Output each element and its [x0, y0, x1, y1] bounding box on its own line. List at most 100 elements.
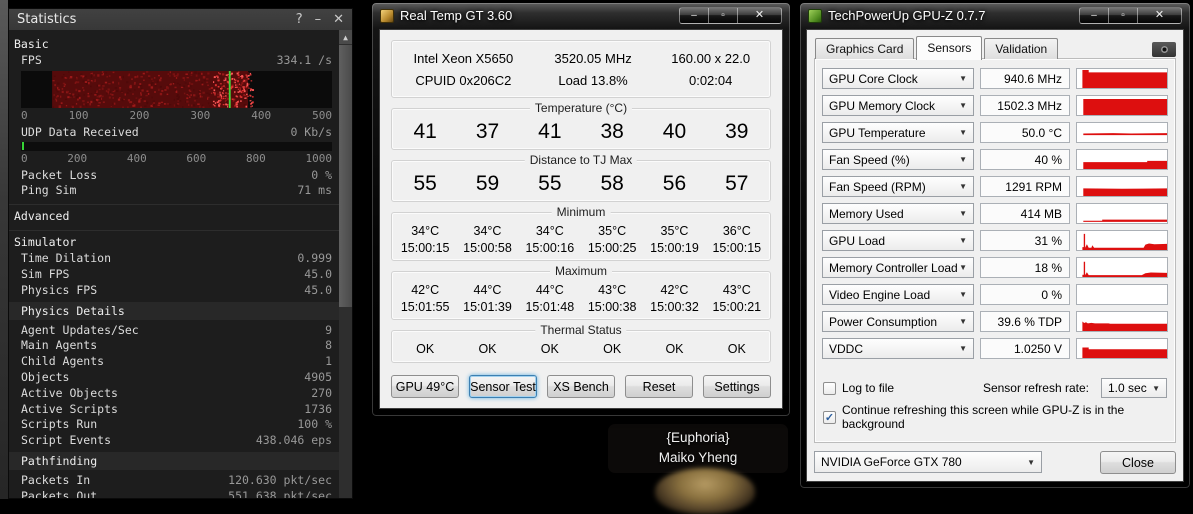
sensor-select-gpu-memory-clock[interactable]: GPU Memory Clock ▼: [822, 95, 974, 116]
udp-axis: 0 200 400 600 800 1000: [21, 152, 332, 165]
sensor-select-memory-used[interactable]: Memory Used ▼: [822, 203, 974, 224]
stat-row: Objects 4905: [9, 370, 339, 386]
gpu-select[interactable]: NVIDIA GeForce GTX 780 ▼: [814, 451, 1042, 473]
chevron-down-icon: ▼: [959, 155, 967, 164]
tab-graphics-card[interactable]: Graphics Card: [815, 38, 915, 59]
temperature-group: Temperature (°C) 41 37 41 38 40 39: [391, 101, 771, 150]
stat-label: Ping Sim: [21, 183, 77, 198]
axis-tick-label: 200: [129, 108, 150, 122]
avatar: [655, 468, 755, 514]
cell-value: 15:00:19: [650, 241, 699, 255]
minimize-icon[interactable]: –: [679, 7, 708, 24]
tab-sensors[interactable]: Sensors: [916, 36, 983, 60]
stat-value: 270: [311, 385, 332, 400]
avatar-group-title: {Euphoria}: [666, 430, 730, 445]
avatar-name: Maiko Yheng: [658, 449, 738, 465]
close-icon[interactable]: ✕: [333, 12, 344, 27]
help-icon[interactable]: ?: [296, 12, 303, 27]
sensor-graph: [1076, 284, 1168, 305]
sensor-select-gpu-temperature[interactable]: GPU Temperature ▼: [822, 122, 974, 143]
cell-value: 15:00:15: [712, 241, 762, 255]
axis-tick-label: 200: [67, 151, 88, 165]
stat-value: 9: [325, 322, 332, 337]
cpu-frequency: 3520.05 MHz: [554, 50, 632, 66]
section-pathfinding[interactable]: Pathfinding: [9, 451, 339, 470]
sensor-select-gpu-load[interactable]: GPU Load ▼: [822, 230, 974, 251]
sensor-select-gpu-core-clock[interactable]: GPU Core Clock ▼: [822, 68, 974, 89]
maximize-icon[interactable]: ▫: [1108, 7, 1137, 24]
axis-tick-label: 0: [21, 151, 28, 165]
fps-label: FPS: [21, 53, 42, 67]
stat-row: Sim FPS 45.0: [9, 267, 339, 283]
realtemp-button-sensor-test[interactable]: Sensor Test: [469, 375, 537, 398]
scrollbar[interactable]: ▲: [339, 30, 352, 498]
realtemp-button-xs-bench[interactable]: XS Bench: [547, 375, 615, 398]
tab-validation[interactable]: Validation: [984, 38, 1059, 59]
temperature-caption: Temperature (°C): [529, 101, 633, 115]
continue-refreshing-checkbox[interactable]: ✓: [823, 410, 836, 424]
log-to-file-checkbox[interactable]: [823, 381, 836, 395]
close-icon[interactable]: ✕: [737, 7, 782, 24]
cell-value: OK: [665, 342, 684, 356]
cell-value: 36°C: [722, 224, 751, 238]
sensor-select-vddc[interactable]: VDDC ▼: [822, 338, 974, 359]
sensor-value: 414 MB: [980, 203, 1070, 224]
stat-row: Child Agents 1: [9, 354, 339, 370]
scroll-up-icon[interactable]: ▲: [339, 30, 352, 44]
maximize-icon[interactable]: ▫: [708, 7, 737, 24]
minimize-icon[interactable]: –: [315, 12, 322, 27]
cell-value: 34°C: [473, 224, 502, 238]
sensor-select-power-consumption[interactable]: Power Consumption ▼: [822, 311, 974, 332]
log-to-file-label: Log to file: [842, 381, 895, 395]
realtemp-app-icon: [380, 8, 394, 23]
sensor-graph: [1076, 338, 1168, 359]
fps-graph: [21, 70, 332, 108]
realtemp-button-settings[interactable]: Settings: [703, 375, 771, 398]
stat-row: Scripts Run 100 %: [9, 417, 339, 433]
section-advanced[interactable]: Advanced: [9, 204, 339, 225]
stat-label: Time Dilation: [21, 251, 112, 266]
realtemp-window-title: Real Temp GT 3.60: [400, 8, 513, 23]
background-window-edge: [0, 0, 8, 499]
chevron-down-icon: ▼: [959, 209, 967, 218]
stat-value: 1: [325, 354, 332, 369]
realtemp-button-gpu-49-c[interactable]: GPU 49°C: [391, 375, 459, 398]
stat-label: Active Scripts: [21, 401, 118, 416]
thermal-status-group: Thermal Status OK OK OK OK OK OK: [391, 323, 771, 363]
stat-label: Packets In: [21, 472, 91, 487]
statistics-titlebar[interactable]: Statistics ? – ✕: [9, 9, 352, 30]
chevron-down-icon: ▼: [1152, 383, 1160, 393]
sensor-graph: [1076, 95, 1168, 116]
section-simulator[interactable]: Simulator: [9, 230, 339, 251]
sensor-select-fan-speed-[interactable]: Fan Speed (%) ▼: [822, 149, 974, 170]
realtemp-titlebar[interactable]: Real Temp GT 3.60 – ▫ ✕: [372, 3, 790, 28]
axis-tick-label: 400: [126, 151, 147, 165]
sensor-select-video-engine-load[interactable]: Video Engine Load ▼: [822, 284, 974, 305]
section-basic[interactable]: Basic: [9, 35, 339, 53]
gpuz-window: TechPowerUp GPU-Z 0.7.7 – ▫ ✕ Graphics C…: [799, 2, 1191, 489]
gpuz-titlebar[interactable]: TechPowerUp GPU-Z 0.7.7 – ▫ ✕: [800, 3, 1190, 28]
sensor-select-fan-speed-rpm-[interactable]: Fan Speed (RPM) ▼: [822, 176, 974, 197]
sensor-select-memory-controller-load[interactable]: Memory Controller Load ▼: [822, 257, 974, 278]
sensor-label: Power Consumption: [829, 314, 938, 329]
chevron-down-icon: ▼: [959, 290, 967, 299]
section-physics-details[interactable]: Physics Details: [9, 301, 339, 320]
maximum-caption: Maximum: [549, 264, 613, 278]
scrollbar-thumb[interactable]: [339, 45, 352, 308]
stat-label: Packets Out: [21, 488, 98, 498]
refresh-rate-select[interactable]: 1.0 sec ▼: [1101, 378, 1167, 398]
realtemp-button-reset[interactable]: Reset: [625, 375, 693, 398]
sensor-value: 1502.3 MHz: [980, 95, 1070, 116]
axis-tick-label: 500: [312, 108, 332, 122]
udp-value: 0 Kb/s: [290, 124, 332, 139]
stat-label: Active Objects: [21, 385, 118, 400]
cell-value: 34°C: [411, 224, 440, 238]
sensor-value: 1.0250 V: [980, 338, 1070, 359]
stat-row: Physics FPS 45.0: [9, 283, 339, 299]
screenshot-camera-icon[interactable]: [1152, 42, 1176, 57]
minimize-icon[interactable]: –: [1079, 7, 1108, 24]
maximum-group: Maximum 42°C 44°C 44°C 43°C 42°C 43°C 15:01:5…: [391, 264, 771, 320]
udp-graph-tick: [22, 141, 24, 150]
close-button[interactable]: Close: [1100, 451, 1176, 474]
close-icon[interactable]: ✕: [1137, 7, 1182, 24]
